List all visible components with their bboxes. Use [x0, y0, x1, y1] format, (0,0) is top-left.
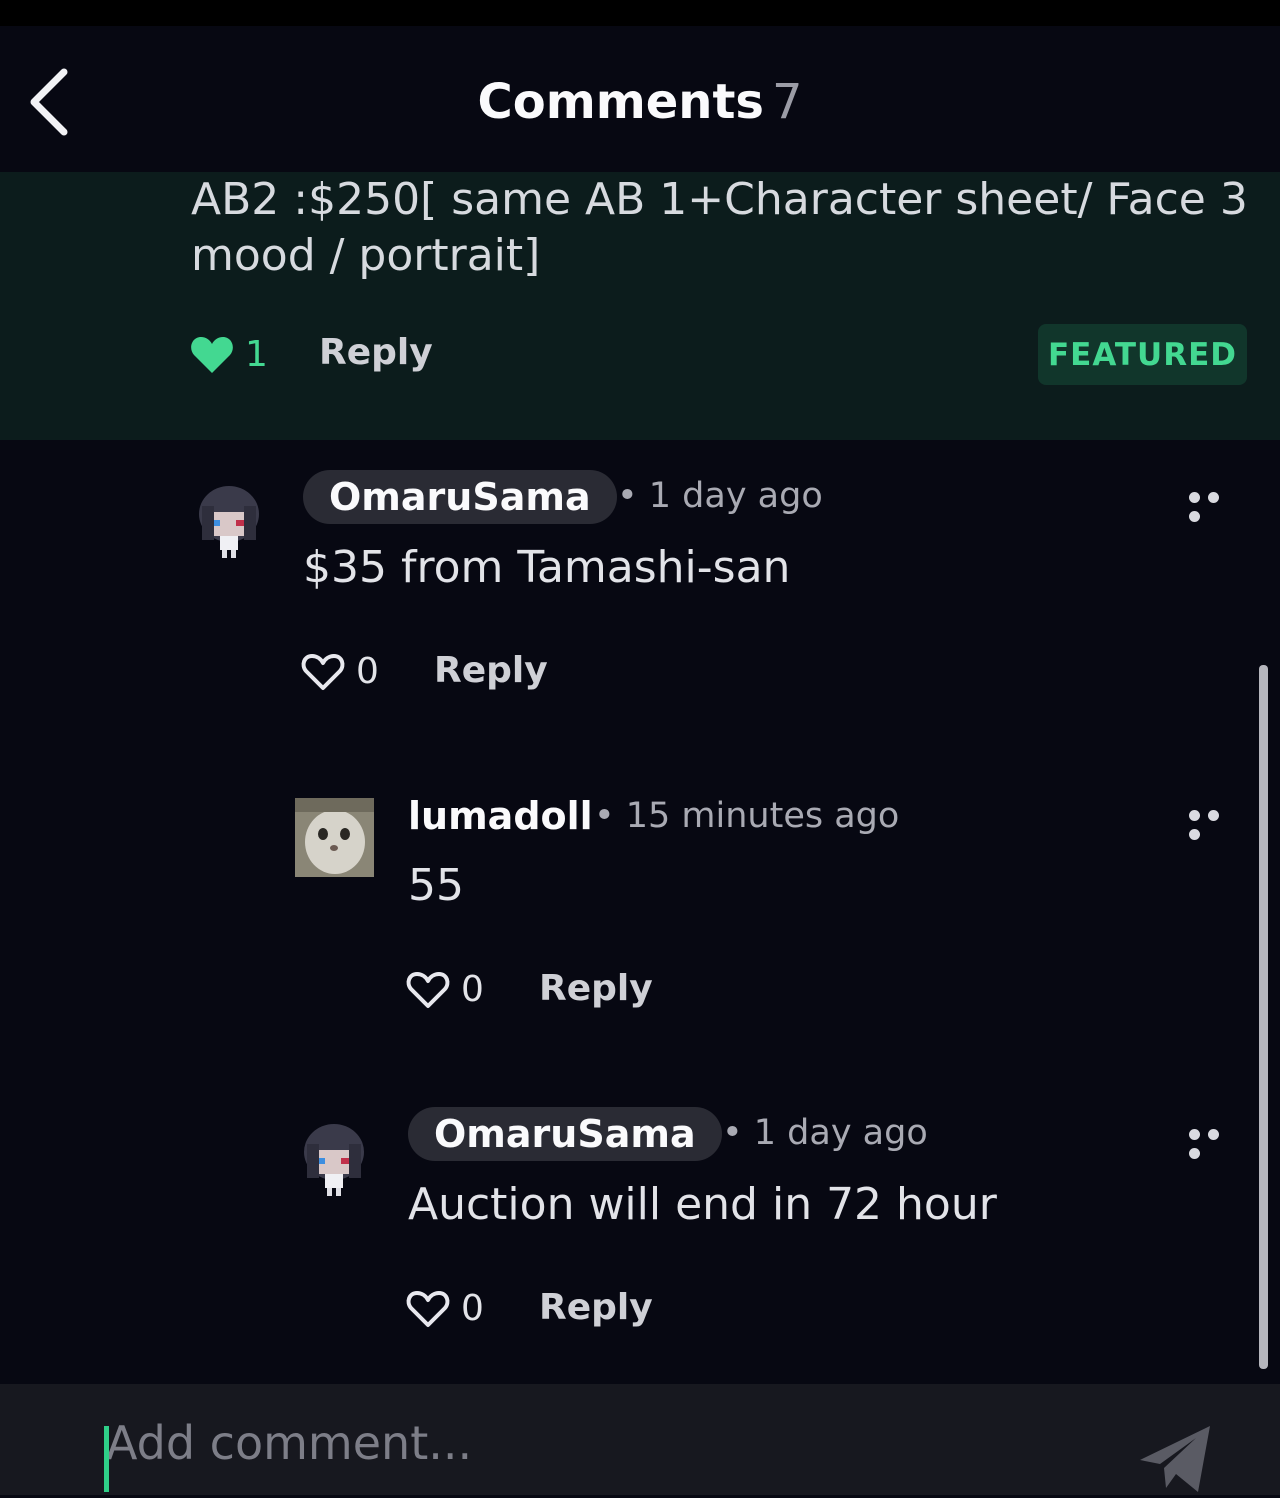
like-count: 0 [461, 1288, 484, 1329]
timestamp: • 1 day ago [722, 1113, 928, 1153]
username[interactable]: OmaruSama [408, 1107, 722, 1161]
text-caret [104, 1426, 109, 1492]
reply-button[interactable]: Reply [539, 968, 653, 1009]
comment-text: 55 [408, 860, 464, 911]
status-bar [0, 0, 1280, 26]
like-button[interactable]: 0 [300, 651, 379, 692]
like-count: 0 [461, 969, 484, 1010]
cat-photo-avatar-icon [295, 798, 374, 877]
title-text: Comments [477, 74, 764, 130]
timestamp: • 15 minutes ago [594, 796, 900, 836]
like-button[interactable]: 0 [405, 1288, 484, 1329]
scrollbar[interactable] [1259, 665, 1268, 1369]
like-count: 0 [356, 651, 379, 692]
heart-outline-icon [406, 971, 450, 1008]
more-options-button[interactable] [1189, 1125, 1245, 1159]
comment-count: 7 [771, 74, 803, 130]
timestamp: • 1 day ago [617, 476, 823, 516]
featured-comment-text: AB2 :$250[ same AB 1+Character sheet/ Fa… [191, 174, 1248, 281]
avatar[interactable] [194, 484, 264, 560]
username[interactable]: lumadoll [408, 794, 593, 838]
reply-button[interactable]: Reply [539, 1287, 653, 1328]
send-button[interactable] [1136, 1424, 1214, 1494]
more-options-button[interactable] [1189, 488, 1245, 522]
comment-input[interactable] [104, 1406, 1108, 1480]
heart-filled-icon [191, 336, 233, 373]
more-icon [1189, 492, 1200, 503]
send-icon [1140, 1426, 1210, 1492]
heart-outline-icon [406, 1290, 450, 1327]
heart-outline-icon [301, 653, 345, 690]
featured-badge: FEATURED [1038, 324, 1247, 385]
like-count: 1 [245, 334, 268, 375]
more-options-button[interactable] [1189, 806, 1245, 840]
pixel-avatar-icon [304, 1124, 364, 1196]
like-button[interactable]: 1 [189, 334, 268, 375]
username[interactable]: OmaruSama [303, 470, 617, 524]
like-button[interactable]: 0 [405, 969, 484, 1010]
pixel-avatar-icon [199, 486, 259, 558]
reply-button[interactable]: Reply [434, 650, 548, 691]
avatar[interactable] [295, 798, 374, 877]
comment-composer [0, 1384, 1280, 1495]
comment-text: Auction will end in 72 hour [408, 1179, 997, 1230]
page-title: Comments 7 [0, 72, 1280, 132]
comment-text: $35 from Tamashi-san [303, 542, 791, 593]
reply-button[interactable]: Reply [319, 332, 433, 373]
more-icon [1189, 1129, 1200, 1140]
featured-comment: AB2 :$250[ same AB 1+Character sheet/ Fa… [0, 172, 1280, 440]
header: Comments 7 [0, 26, 1280, 172]
more-icon [1189, 810, 1200, 821]
avatar[interactable] [299, 1122, 369, 1198]
